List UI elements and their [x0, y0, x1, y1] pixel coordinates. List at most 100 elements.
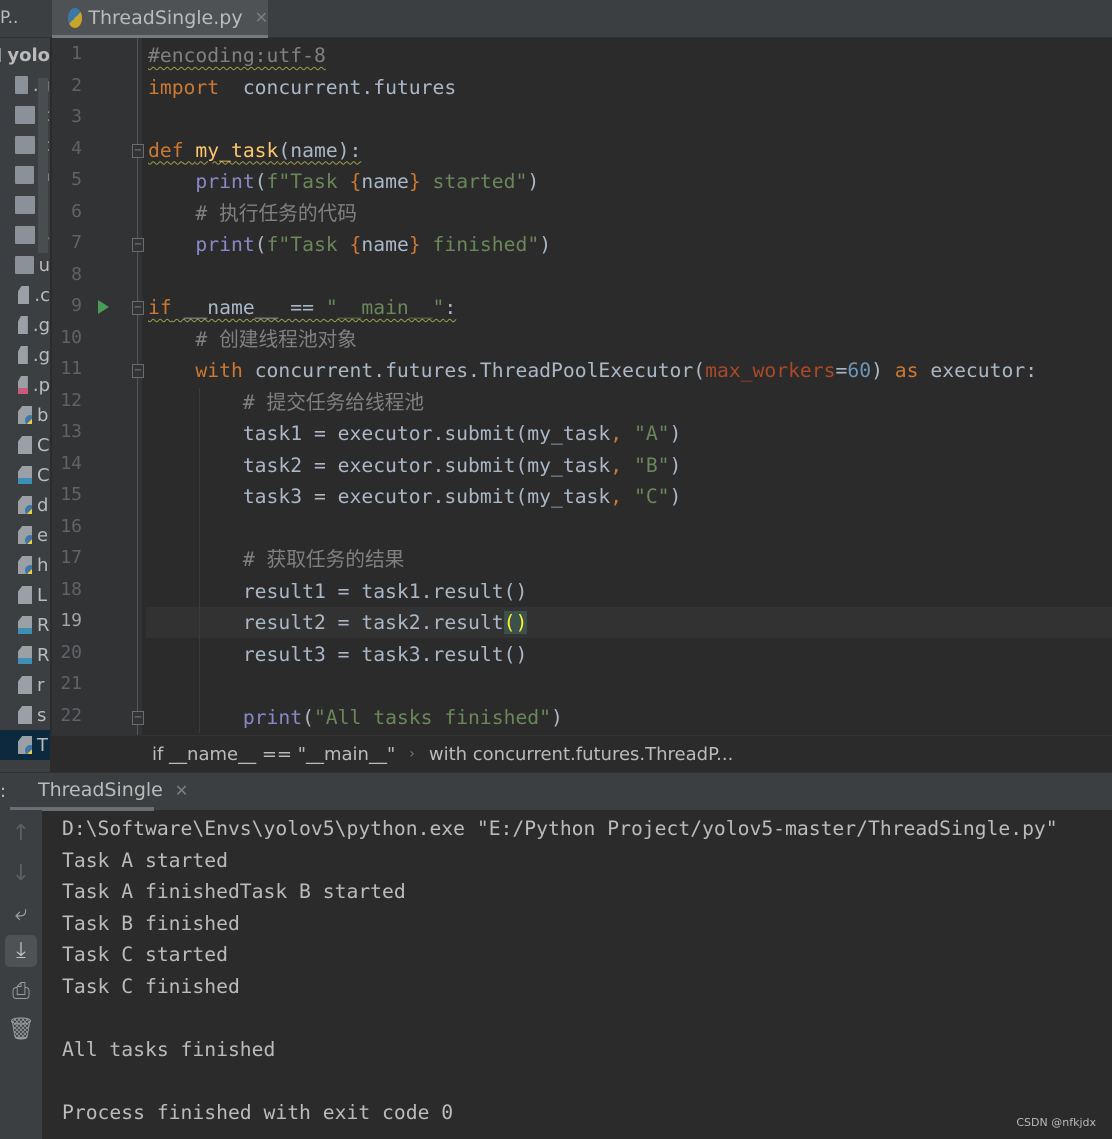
- tree-item[interactable]: .c: [0, 280, 50, 310]
- close-icon[interactable]: ✕: [175, 781, 188, 800]
- soft-wrap-icon[interactable]: ⤶: [5, 898, 37, 930]
- fold-icon[interactable]: −: [132, 364, 144, 379]
- breadcrumb-item[interactable]: if __name__ == "__main__": [152, 744, 395, 765]
- tree-item[interactable]: .p: [0, 370, 50, 400]
- tree-item[interactable]: L: [0, 580, 50, 610]
- fold-guide: [137, 38, 138, 735]
- code-token: :: [444, 296, 457, 320]
- code-line[interactable]: # 获取任务的结果: [148, 544, 405, 575]
- line-number: 14: [60, 452, 82, 474]
- code-line[interactable]: result1 = task1.result(): [148, 576, 527, 607]
- code-token: (: [302, 705, 314, 729]
- folder-icon: [15, 226, 35, 244]
- file-icon: [18, 316, 28, 334]
- code-token: }: [408, 170, 421, 194]
- code-line[interactable]: with concurrent.futures.ThreadPoolExecut…: [148, 355, 1037, 386]
- line-number: 3: [71, 106, 82, 128]
- fold-icon[interactable]: −: [132, 143, 144, 158]
- python-file-icon: [18, 736, 32, 754]
- fold-icon[interactable]: −: [132, 238, 144, 253]
- tree-item[interactable]: R: [0, 640, 50, 670]
- code-line[interactable]: task2 = executor.submit(my_task, "B"): [148, 450, 682, 481]
- tree-item[interactable]: d: [0, 490, 50, 520]
- tree-item[interactable]: C: [0, 460, 50, 490]
- project-tree: yolo .gccnrsu.c.g.g.pbCCdehLRRrsT: [0, 38, 50, 772]
- sidebar-scrollbar[interactable]: [38, 78, 48, 253]
- console-line: D:\Software\Envs\yolov5\python.exe "E:/P…: [62, 817, 1058, 840]
- tree-item[interactable]: .g: [0, 340, 50, 370]
- tree-item[interactable]: s: [0, 700, 50, 730]
- tree-item-label: .g: [32, 344, 50, 366]
- code-line[interactable]: import concurrent.futures: [148, 72, 456, 103]
- code-line[interactable]: # 提交任务给线程池: [148, 387, 424, 418]
- setup-file-icon: [18, 706, 32, 724]
- code-token: name: [361, 233, 409, 257]
- tree-item[interactable]: h: [0, 550, 50, 580]
- code-token: result2 = task2.result: [148, 611, 504, 635]
- tree-item[interactable]: .g: [0, 310, 50, 340]
- code-token: f"Task: [266, 170, 350, 194]
- line-number: 13: [60, 421, 82, 443]
- arrow-up-icon[interactable]: ↑: [5, 818, 37, 850]
- yml-file-icon: [18, 376, 28, 394]
- code-token: __name__ ==: [171, 296, 326, 320]
- tree-item-label: e: [37, 524, 49, 546]
- code-token: (: [254, 170, 267, 194]
- code-token: ): [669, 422, 682, 446]
- code-line[interactable]: def my_task(name):: [148, 135, 361, 166]
- project-root[interactable]: yolo: [0, 40, 50, 70]
- code-token: ,: [610, 422, 623, 446]
- arrow-down-icon[interactable]: ↓: [5, 858, 37, 890]
- line-number: 19: [60, 610, 82, 632]
- code-line[interactable]: if __name__ == "__main__":: [148, 292, 456, 323]
- tree-item[interactable]: e: [0, 520, 50, 550]
- code-line[interactable]: print(f"Task {name} started"): [148, 166, 539, 197]
- tree-item[interactable]: C: [0, 430, 50, 460]
- code-line[interactable]: result3 = task3.result(): [148, 639, 527, 670]
- code-line[interactable]: task1 = executor.submit(my_task, "A"): [148, 418, 682, 449]
- code-line[interactable]: # 创建线程池对象: [148, 324, 357, 355]
- code-line[interactable]: print("All tasks finished"): [148, 702, 563, 733]
- tree-item[interactable]: r: [0, 670, 50, 700]
- tree-item-label: u: [38, 254, 50, 276]
- code-line[interactable]: # 执行任务的代码: [148, 198, 357, 229]
- run-icon[interactable]: [98, 300, 109, 314]
- run-tab-label: ThreadSingle: [38, 779, 163, 801]
- tree-item-label: R: [37, 614, 50, 636]
- code-token: (): [503, 611, 528, 635]
- tree-item[interactable]: b: [0, 400, 50, 430]
- tree-item-label: d: [37, 494, 49, 516]
- scroll-to-end-icon[interactable]: ⤓: [5, 935, 37, 967]
- run-tab-threadsingle[interactable]: ThreadSingle ✕: [10, 773, 188, 811]
- console-line: Task A started: [62, 848, 228, 872]
- code-token: "C": [622, 485, 670, 509]
- line-number: 5: [71, 169, 82, 191]
- code-token: "A": [622, 422, 670, 446]
- code-token: if: [148, 296, 172, 320]
- code-line[interactable]: print(f"Task {name} finished"): [148, 229, 551, 260]
- tree-item[interactable]: u: [0, 250, 50, 280]
- code-token: ): [669, 485, 682, 509]
- chevron-right-icon: ›: [409, 746, 415, 762]
- print-icon[interactable]: ⎙: [5, 976, 37, 1008]
- code-token: task1 = executor.submit(my_task: [148, 422, 611, 446]
- breadcrumb-item[interactable]: with concurrent.futures.ThreadP...: [429, 744, 733, 765]
- tree-item[interactable]: R: [0, 610, 50, 640]
- project-view-dropdown[interactable]: P..: [0, 8, 18, 28]
- code-token: concurrent.futures.ThreadPoolExecutor(: [242, 359, 706, 383]
- console-line: Task A finishedTask B started: [62, 880, 406, 904]
- close-icon[interactable]: ✕: [255, 8, 268, 27]
- code-token: ): [669, 453, 682, 477]
- tab-threadsingle-py[interactable]: ThreadSingle.py ✕: [52, 0, 268, 38]
- code-line[interactable]: result2 = task2.result(): [148, 607, 528, 638]
- fold-icon[interactable]: −: [132, 301, 144, 316]
- tree-item[interactable]: T: [0, 730, 50, 760]
- code-line[interactable]: task3 = executor.submit(my_task, "C"): [148, 481, 682, 512]
- code-line[interactable]: #encoding:utf-8: [148, 40, 326, 71]
- fold-icon[interactable]: −: [132, 710, 144, 725]
- line-number: 22: [60, 704, 82, 726]
- line-number: 16: [60, 515, 82, 537]
- editor-tab-bar: P.. ThreadSingle.py ✕: [0, 0, 1112, 38]
- trash-icon[interactable]: 🗑: [5, 1014, 37, 1046]
